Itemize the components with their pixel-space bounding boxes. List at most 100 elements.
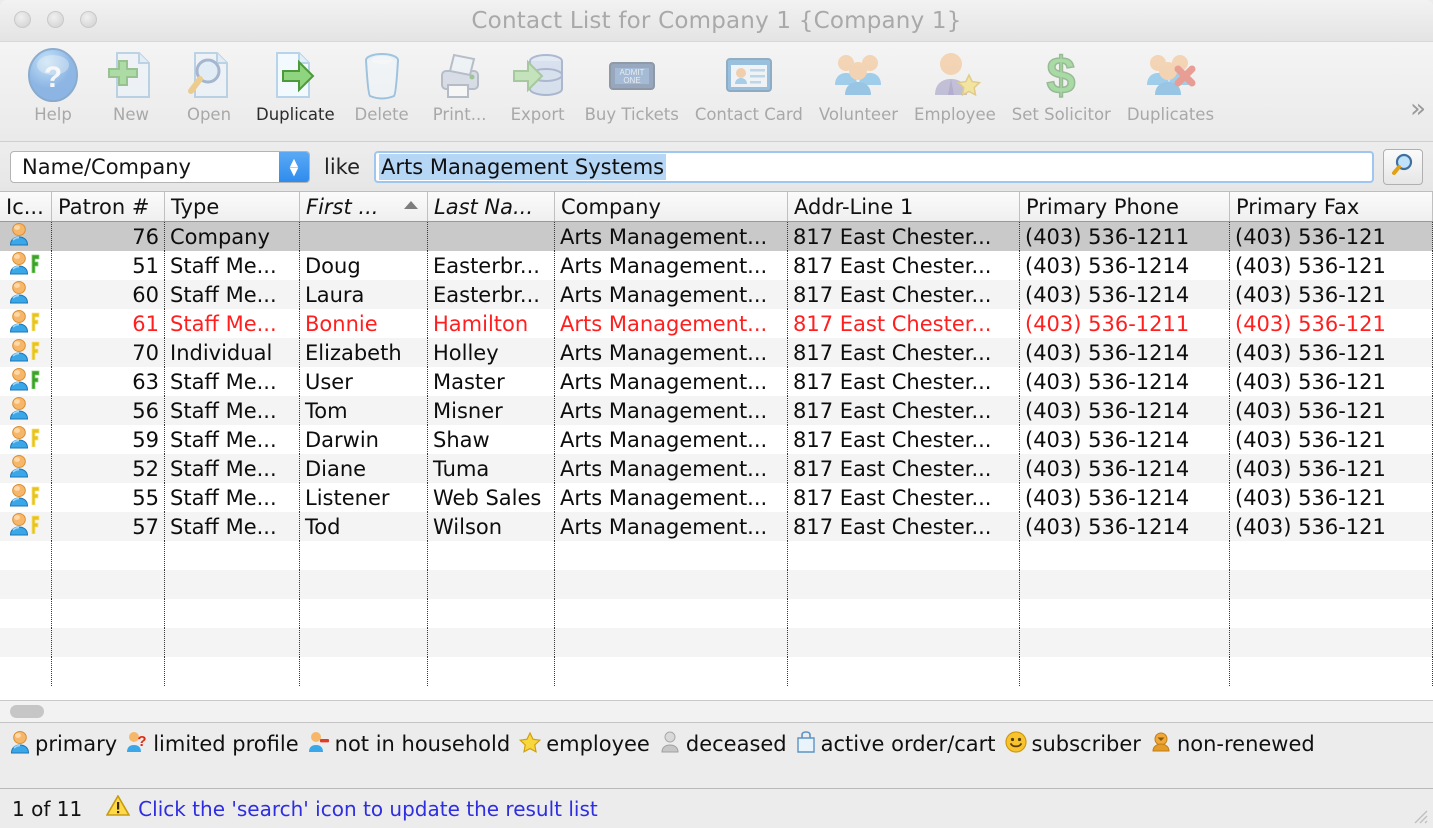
- sort-ascending-icon: [404, 201, 418, 209]
- up-down-stepper-icon[interactable]: ▲ ▼: [279, 151, 309, 182]
- toolbar-button-export[interactable]: Export: [499, 42, 577, 124]
- table-row[interactable]: 59 Staff Me... Darwin Shaw Arts Management..…: [0, 425, 1433, 454]
- toolbar-button-print[interactable]: Print...: [421, 42, 499, 124]
- primary-person-icon: [9, 338, 29, 367]
- grid-header-cell[interactable]: Last Na...: [428, 192, 555, 221]
- toolbar-button-employee[interactable]: Employee: [906, 42, 1004, 124]
- toolbar-button-duplicates[interactable]: Duplicates: [1119, 42, 1222, 124]
- cell-primary-fax: (403) 536-121: [1230, 483, 1433, 512]
- primary-person-icon: [9, 396, 29, 425]
- table-row[interactable]: 56 Staff Me... Tom Misner Arts Management...…: [0, 396, 1433, 425]
- magnifier-search-icon: [1390, 152, 1416, 182]
- cell-empty: [788, 541, 1020, 570]
- cell-empty: [555, 657, 788, 686]
- table-row[interactable]: 57 Staff Me... Tod Wilson Arts Management...…: [0, 512, 1433, 541]
- cell-empty: [165, 570, 300, 599]
- grid-header-cell[interactable]: Company: [555, 192, 788, 221]
- search-field-select-value: Name/Company: [22, 154, 191, 179]
- toolbar-button-set-solicitor[interactable]: $ Set Solicitor: [1004, 42, 1119, 124]
- legend-item: employee: [519, 730, 650, 759]
- search-input-value: Arts Management Systems: [379, 153, 667, 180]
- table-row[interactable]: 61 Staff Me... Bonnie Hamilton Arts Manageme…: [0, 309, 1433, 338]
- cell-empty: [428, 628, 555, 657]
- row-icon-cell: [0, 396, 52, 425]
- cell-empty: [1230, 599, 1433, 628]
- table-row-empty: [0, 541, 1433, 570]
- primary-person-icon: [9, 309, 29, 338]
- grid-header-row: Ic... Patron # Type First ... Last Na... Comp…: [0, 192, 1433, 222]
- search-button[interactable]: [1383, 148, 1423, 185]
- cell-empty: [300, 570, 428, 599]
- table-row[interactable]: 76 Company Arts Management... 817 East Ches…: [0, 222, 1433, 251]
- grid-header-label: Primary Phone: [1026, 194, 1179, 219]
- toolbar-label-print: Print...: [432, 105, 487, 124]
- search-input[interactable]: Arts Management Systems: [374, 150, 1374, 183]
- cell-empty: [52, 541, 165, 570]
- legend-label: employee: [546, 731, 650, 756]
- cell-first-name: Diane: [300, 454, 428, 483]
- cell-empty: [555, 599, 788, 628]
- table-row[interactable]: 51 Staff Me... Doug Easterbr... Arts Managem…: [0, 251, 1433, 280]
- grid-header-cell[interactable]: First ...: [300, 192, 428, 221]
- horizontal-scrollbar[interactable]: [0, 700, 1433, 722]
- toolbar-button-duplicate[interactable]: Duplicate: [248, 42, 343, 124]
- dollar-sign-icon: $: [1033, 46, 1089, 104]
- grid-header-cell[interactable]: Addr-Line 1: [788, 192, 1020, 221]
- table-row-empty: [0, 628, 1433, 657]
- toolbar-button-buy-tickets[interactable]: ADMIT ONE Buy Tickets: [577, 42, 687, 124]
- toolbar-button-new[interactable]: New: [92, 42, 170, 124]
- grid-header-cell[interactable]: Ic...: [0, 192, 52, 221]
- legend-label: deceased: [685, 731, 787, 756]
- grid-header-cell[interactable]: Patron #: [52, 192, 165, 221]
- cell-address-line-1: 817 East Chester...: [788, 396, 1020, 425]
- cell-empty: [788, 628, 1020, 657]
- cell-primary-fax: (403) 536-121: [1230, 454, 1433, 483]
- cell-first-name: Darwin: [300, 425, 428, 454]
- cell-first-name: Doug: [300, 251, 428, 280]
- cell-empty: [300, 541, 428, 570]
- cell-primary-phone: (403) 536-1214: [1020, 338, 1230, 367]
- cell-last-name: Wilson: [428, 512, 555, 541]
- cell-empty: [0, 541, 52, 570]
- toolbar-overflow-chevron-icon[interactable]: »: [1410, 94, 1426, 124]
- toolbar-label-export: Export: [510, 105, 565, 124]
- toolbar-button-open[interactable]: Open: [170, 42, 248, 124]
- duplicate-people-x-icon: [1142, 46, 1198, 104]
- table-row-empty: [0, 657, 1433, 686]
- toolbar-label-contact-card: Contact Card: [694, 105, 803, 124]
- cell-first-name: Elizabeth: [300, 338, 428, 367]
- cell-patron-number: 76: [52, 222, 165, 251]
- toolbar-button-contact-card[interactable]: Contact Card: [687, 42, 811, 124]
- search-field-select[interactable]: Name/Company ▲ ▼: [10, 150, 310, 183]
- grid-body[interactable]: 76 Company Arts Management... 817 East Ches…: [0, 222, 1433, 700]
- grid-header-label: Ic...: [6, 194, 44, 219]
- row-icon-cell: [0, 512, 52, 541]
- legend-label: active order/cart: [820, 731, 996, 756]
- cell-empty: [0, 570, 52, 599]
- toolbar-button-volunteer[interactable]: Volunteer: [811, 42, 906, 124]
- table-row[interactable]: 52 Staff Me... Diane Tuma Arts Management...…: [0, 454, 1433, 483]
- table-row[interactable]: 63 Staff Me... User Master Arts Management..…: [0, 367, 1433, 396]
- table-row[interactable]: 70 Individual Elizabeth Holley Arts Manageme…: [0, 338, 1433, 367]
- resize-grip-icon[interactable]: [1410, 806, 1428, 824]
- cell-empty: [165, 628, 300, 657]
- primary-person-icon: [9, 251, 29, 280]
- cell-patron-number: 63: [52, 367, 165, 396]
- cell-type: Staff Me...: [165, 309, 300, 338]
- toolbar-button-delete[interactable]: Delete: [343, 42, 421, 124]
- status-message[interactable]: Click the 'search' icon to update the re…: [138, 797, 598, 821]
- cell-empty: [788, 657, 1020, 686]
- table-row[interactable]: 55 Staff Me... Listener Web Sales Arts Manag…: [0, 483, 1433, 512]
- cell-primary-fax: (403) 536-121: [1230, 222, 1433, 251]
- grid-header-cell[interactable]: Type: [165, 192, 300, 221]
- cell-company: Arts Management...: [555, 483, 788, 512]
- grid-header-cell[interactable]: Primary Fax: [1230, 192, 1433, 221]
- grid-header-cell[interactable]: Primary Phone: [1020, 192, 1230, 221]
- cell-empty: [1020, 628, 1230, 657]
- cell-empty: [1020, 570, 1230, 599]
- cell-patron-number: 70: [52, 338, 165, 367]
- toolbar-button-help[interactable]: ? Help: [14, 42, 92, 124]
- table-row[interactable]: 60 Staff Me... Laura Easterbr... Arts Manage…: [0, 280, 1433, 309]
- horizontal-scrollbar-thumb[interactable]: [10, 705, 44, 718]
- cell-empty: [0, 599, 52, 628]
